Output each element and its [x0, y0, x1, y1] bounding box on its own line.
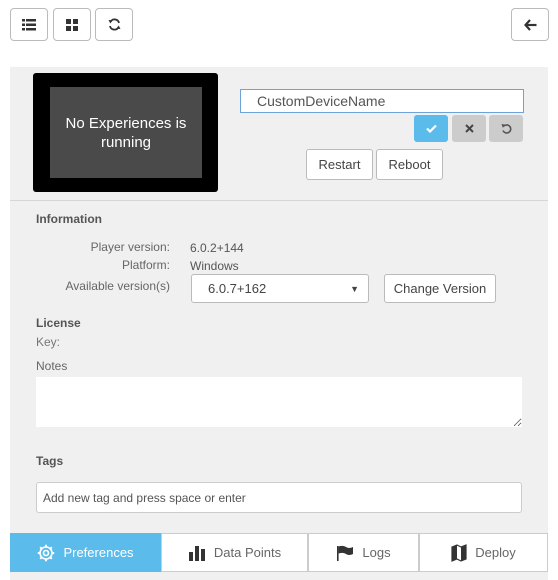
refresh-icon	[108, 18, 120, 31]
device-screen-preview: No Experiences is running	[33, 73, 218, 192]
grid-icon	[66, 18, 78, 31]
notes-textarea[interactable]	[36, 377, 522, 427]
settings-tabbar: Preferences Data Points Logs Deploy	[10, 533, 548, 572]
device-header-panel: No Experiences is running Restart Reboot	[10, 67, 548, 200]
cancel-name-button[interactable]	[452, 115, 486, 142]
flag-icon	[337, 545, 354, 561]
gear-icon	[38, 544, 55, 561]
checkmark-icon	[425, 124, 437, 133]
license-heading: License	[36, 316, 81, 330]
tab-logs[interactable]: Logs	[308, 533, 419, 572]
reboot-button[interactable]: Reboot	[376, 149, 443, 180]
player-version-label: Player version:	[90, 240, 170, 254]
undo-name-button[interactable]	[489, 115, 523, 142]
tab-logs-label: Logs	[362, 545, 391, 560]
confirm-name-button[interactable]	[414, 115, 448, 142]
tab-data-points-label: Data Points	[213, 545, 282, 560]
screen-status-text: No Experiences is running	[50, 87, 202, 178]
tab-preferences[interactable]: Preferences	[10, 533, 161, 572]
tags-input[interactable]: Add new tag and press space or enter	[36, 482, 522, 513]
refresh-button[interactable]	[95, 8, 133, 41]
undo-icon	[501, 124, 511, 134]
platform-label: Platform:	[121, 258, 170, 272]
tab-deploy-label: Deploy	[475, 545, 516, 560]
back-button[interactable]	[511, 8, 549, 41]
list-icon	[22, 18, 36, 30]
close-icon	[464, 124, 474, 133]
list-view-button[interactable]	[10, 8, 48, 41]
grid-view-button[interactable]	[53, 8, 91, 41]
map-icon	[451, 543, 467, 562]
version-select-value: 6.0.7+162	[208, 281, 267, 296]
change-version-button[interactable]: Change Version	[384, 274, 496, 303]
version-select[interactable]: 6.0.7+162 ▼	[191, 274, 369, 303]
notes-label: Notes	[36, 359, 68, 373]
device-name-input[interactable]	[240, 89, 524, 113]
restart-button[interactable]: Restart	[306, 149, 373, 180]
tab-data-points[interactable]: Data Points	[161, 533, 308, 572]
platform-value: Windows	[190, 259, 239, 273]
available-versions-label: Available version(s)	[65, 279, 171, 293]
license-key-label: Key:	[36, 335, 61, 349]
bar-chart-icon	[188, 545, 205, 561]
player-version-value: 6.0.2+144	[190, 241, 244, 255]
tags-heading: Tags	[36, 454, 64, 468]
device-details-panel: Information Player version: 6.0.2+144 Pl…	[10, 200, 548, 580]
tab-deploy[interactable]: Deploy	[419, 533, 548, 572]
arrow-left-icon	[523, 18, 536, 31]
tab-preferences-label: Preferences	[63, 545, 134, 560]
information-heading: Information	[36, 212, 102, 226]
caret-down-icon: ▼	[350, 284, 359, 294]
